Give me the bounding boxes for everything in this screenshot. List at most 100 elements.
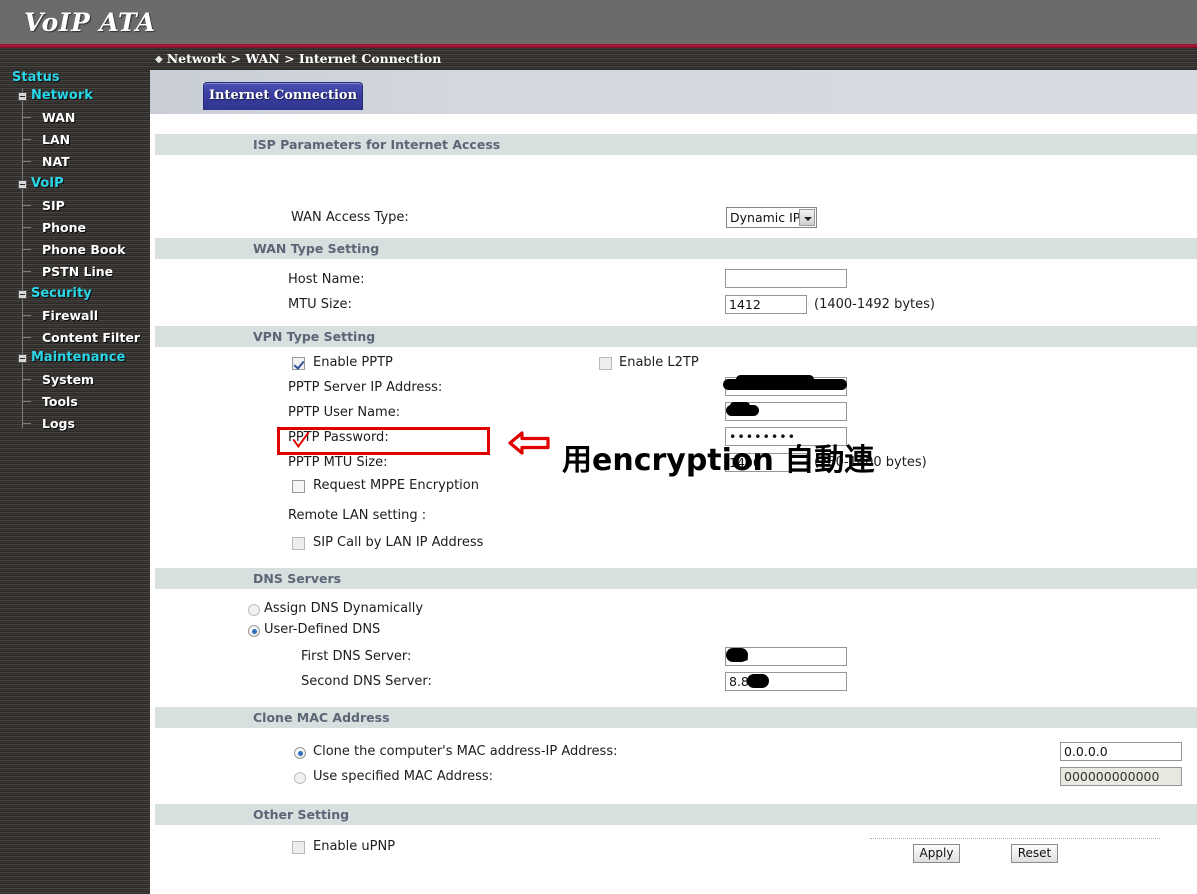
settings-panel: ISP Parameters for Internet Access WAN A… xyxy=(150,114,1197,894)
label-mtu-size: MTU Size: xyxy=(288,297,352,312)
breadcrumb: ◆ Network > WAN > Internet Connection xyxy=(0,48,1197,70)
enable-upnp-checkbox[interactable] xyxy=(292,841,305,854)
label-second-dns-server: Second DNS Server: xyxy=(301,674,432,689)
tab-strip: Internet Connection xyxy=(150,70,1197,115)
annotation-checkmark-icon xyxy=(292,432,310,449)
enable-pptp-checkbox[interactable] xyxy=(292,357,305,370)
label-wan-access-type: WAN Access Type: xyxy=(291,210,409,225)
assign-dns-dynamically-radio[interactable] xyxy=(248,604,260,616)
request-mppe-checkbox[interactable] xyxy=(292,480,305,493)
label-request-mppe: Request MPPE Encryption xyxy=(313,478,479,493)
tree-line xyxy=(22,205,31,206)
section-accent xyxy=(150,238,155,259)
hint-mtu-size: (1400-1492 bytes) xyxy=(814,297,935,312)
sidebar-item-maintenance[interactable]: Maintenance xyxy=(31,350,125,365)
wan-access-type-select[interactable]: Dynamic IP xyxy=(726,207,817,228)
expander-voip-icon[interactable] xyxy=(18,180,27,189)
annotation-text: 用encryption 自動連 xyxy=(562,443,875,478)
label-enable-upnp: Enable uPNP xyxy=(313,839,396,854)
tree-line xyxy=(22,337,31,338)
sidebar-item-network[interactable]: Network xyxy=(31,88,93,103)
tree-line xyxy=(22,227,31,228)
redaction-mark xyxy=(736,375,814,384)
annotation-arrow-icon xyxy=(508,431,550,455)
reset-button[interactable]: Reset xyxy=(1011,844,1058,863)
sidebar-item-content-filter[interactable]: Content Filter xyxy=(42,330,140,345)
apply-button[interactable]: Apply xyxy=(913,844,960,863)
sidebar-item-logs[interactable]: Logs xyxy=(42,416,75,431)
section-title: VPN Type Setting xyxy=(253,329,376,344)
label-pptp-server-ip: PPTP Server IP Address: xyxy=(288,380,443,395)
user-defined-dns-radio[interactable] xyxy=(248,625,260,637)
label-host-name: Host Name: xyxy=(288,272,365,287)
tree-line xyxy=(22,161,31,162)
sidebar-item-status[interactable]: Status xyxy=(12,70,60,85)
section-title: Other Setting xyxy=(253,807,350,822)
mtu-size-input[interactable]: 1412 xyxy=(725,295,807,314)
label-enable-pptp: Enable PPTP xyxy=(313,355,393,370)
sidebar-item-sip[interactable]: SIP xyxy=(42,198,65,213)
section-header-wan-type: WAN Type Setting xyxy=(150,238,1197,259)
tree-line xyxy=(22,249,31,250)
label-use-specified-mac: Use specified MAC Address: xyxy=(313,769,494,784)
tree-line xyxy=(22,117,31,118)
tree-line xyxy=(22,401,31,402)
section-header-isp: ISP Parameters for Internet Access xyxy=(150,134,1197,155)
label-pptp-mtu-size: PPTP MTU Size: xyxy=(288,455,388,470)
diamond-icon: ◆ xyxy=(155,54,163,65)
tree-line xyxy=(22,139,31,140)
sidebar: Status Network WAN LAN NAT VoIP SIP Phon… xyxy=(0,70,150,894)
section-header-dns: DNS Servers xyxy=(150,568,1197,589)
specified-mac-input[interactable]: 000000000000 xyxy=(1060,767,1182,786)
host-name-input[interactable] xyxy=(725,269,847,288)
breadcrumb-text: Network > WAN > Internet Connection xyxy=(166,51,442,66)
label-enable-l2tp: Enable L2TP xyxy=(619,355,699,370)
label-pptp-user-name: PPTP User Name: xyxy=(288,405,401,420)
main-content: Internet Connection ISP Parameters for I… xyxy=(150,70,1197,894)
second-dns-server-input[interactable]: 8.8. xyxy=(725,672,847,691)
tab-internet-connection[interactable]: Internet Connection xyxy=(203,82,363,110)
tree-line xyxy=(22,379,31,380)
label-first-dns-server: First DNS Server: xyxy=(301,649,412,664)
enable-l2tp-checkbox[interactable] xyxy=(599,357,612,370)
section-title: WAN Type Setting xyxy=(253,241,380,256)
section-header-clone-mac: Clone MAC Address xyxy=(150,707,1197,728)
sidebar-item-lan[interactable]: LAN xyxy=(42,132,70,147)
redaction-mark xyxy=(747,674,769,688)
expander-maintenance-icon[interactable] xyxy=(18,354,27,363)
use-specified-mac-radio[interactable] xyxy=(294,772,306,784)
section-title: ISP Parameters for Internet Access xyxy=(253,137,501,152)
sip-call-by-lan-ip-checkbox[interactable] xyxy=(292,537,305,550)
label-assign-dns-dynamically: Assign DNS Dynamically xyxy=(264,601,424,616)
section-header-other: Other Setting xyxy=(150,804,1197,825)
section-accent xyxy=(150,568,155,589)
section-accent xyxy=(150,804,155,825)
section-title: DNS Servers xyxy=(253,571,342,586)
brand-bar: VoIP ATA xyxy=(0,0,1197,44)
sidebar-item-voip[interactable]: VoIP xyxy=(31,176,64,191)
sidebar-item-system[interactable]: System xyxy=(42,372,94,387)
sidebar-item-security[interactable]: Security xyxy=(31,286,92,301)
expander-security-icon[interactable] xyxy=(18,290,27,299)
sidebar-item-phone[interactable]: Phone xyxy=(42,220,86,235)
redaction-mark xyxy=(726,648,748,662)
footer-divider xyxy=(870,838,1160,839)
wan-access-type-value: Dynamic IP xyxy=(730,210,801,225)
label-sip-call-by-lan-ip: SIP Call by LAN IP Address xyxy=(313,535,484,550)
sidebar-item-nat[interactable]: NAT xyxy=(42,154,70,169)
sidebar-item-wan[interactable]: WAN xyxy=(42,110,75,125)
sidebar-item-tools[interactable]: Tools xyxy=(42,394,78,409)
brand-title: VoIP ATA xyxy=(24,8,156,37)
label-user-defined-dns: User-Defined DNS xyxy=(264,622,381,637)
section-accent xyxy=(150,326,155,347)
sidebar-item-firewall[interactable]: Firewall xyxy=(42,308,98,323)
sidebar-item-phone-book[interactable]: Phone Book xyxy=(42,242,125,257)
tree-line xyxy=(22,423,31,424)
section-header-vpn-type: VPN Type Setting xyxy=(150,326,1197,347)
label-clone-computer-mac: Clone the computer's MAC address-IP Addr… xyxy=(313,744,618,759)
expander-network-icon[interactable] xyxy=(18,92,27,101)
chevron-down-icon[interactable] xyxy=(799,209,815,226)
clone-computer-mac-radio[interactable] xyxy=(294,747,306,759)
sidebar-item-pstn-line[interactable]: PSTN Line xyxy=(42,264,113,279)
clone-mac-ip-input[interactable]: 0.0.0.0 xyxy=(1060,742,1182,761)
